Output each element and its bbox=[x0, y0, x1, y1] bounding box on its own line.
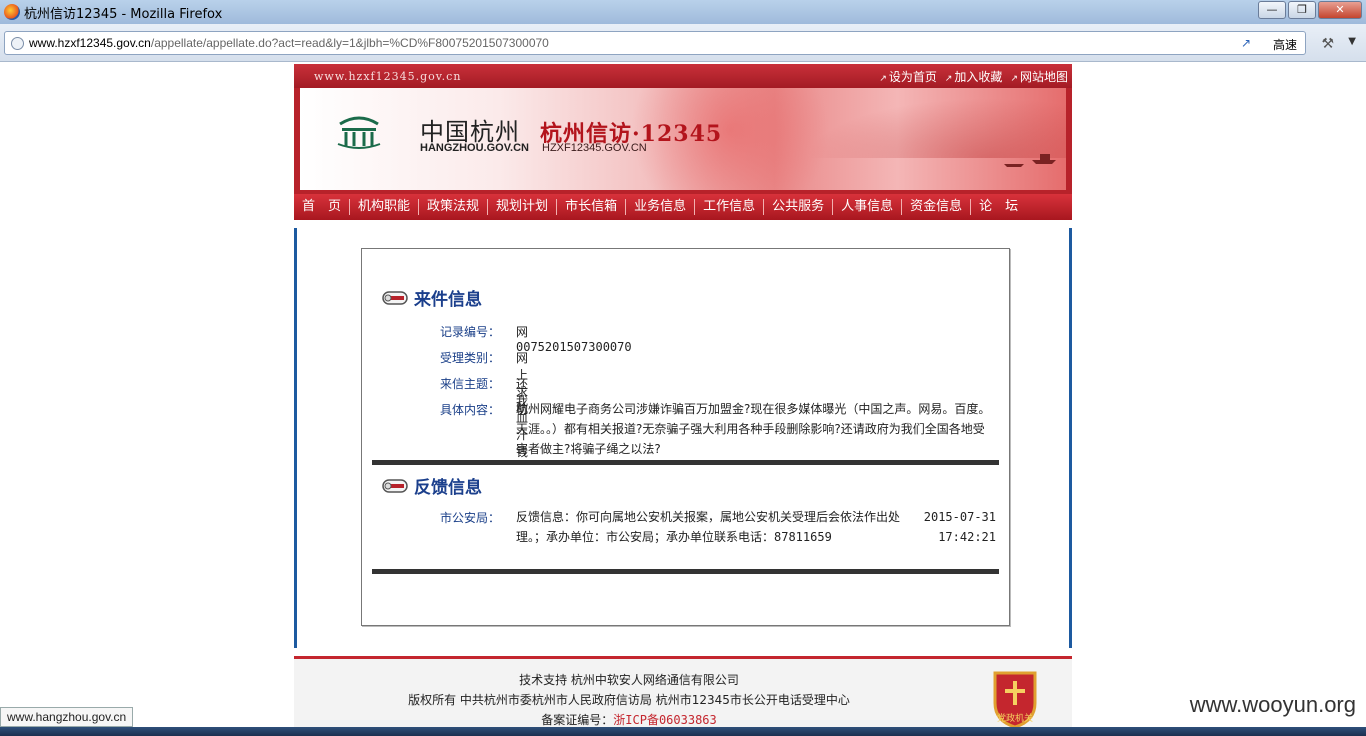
firefox-icon bbox=[4, 4, 20, 20]
record-number-value: 网0075201507300070 bbox=[516, 325, 632, 354]
speed-gauge-icon: ↗ bbox=[1240, 36, 1251, 50]
hangzhou-domain: HANGZHOU.GOV.CN bbox=[420, 142, 529, 154]
menu-item-work[interactable]: 工作信息 bbox=[695, 199, 765, 215]
menu-item-funds[interactable]: 资金信息 bbox=[902, 199, 972, 215]
footer-copyright: 版权所有 中共杭州市委杭州市人民政府信访局 杭州市12345市长公开电话受理中心 bbox=[408, 693, 850, 707]
category-label: 受理类别： bbox=[440, 351, 501, 365]
subject-label: 来信主题： bbox=[440, 377, 501, 391]
top-links: 设为首页 加入收藏 网站地图 bbox=[879, 68, 1068, 85]
navigation-toolbar: www.hzxf12345.gov.cn/appellate/appellate… bbox=[0, 24, 1366, 62]
set-homepage-link[interactable]: 设为首页 bbox=[879, 68, 937, 85]
menu-item-forum[interactable]: 论 坛 bbox=[971, 199, 1026, 215]
menu-item-business[interactable]: 业务信息 bbox=[626, 199, 696, 215]
footer-icp: 备案证编号：浙ICP备06033863 bbox=[294, 711, 964, 728]
feedback-time: 17:42:21 bbox=[938, 530, 996, 544]
menu-item-mayor-mailbox[interactable]: 市长信箱 bbox=[557, 199, 627, 215]
os-taskbar bbox=[0, 727, 1366, 736]
window-title: 杭州信访12345 - Mozilla Firefox bbox=[24, 7, 223, 22]
menu-item-plans[interactable]: 规划计划 bbox=[488, 199, 558, 215]
address-bar[interactable]: www.hzxf12345.gov.cn/appellate/appellate… bbox=[4, 31, 1306, 55]
site-banner: 中国杭州 HANGZHOU.GOV.CN 杭州信访·12345 HZXF1234… bbox=[294, 88, 1072, 190]
content-value: 杭州网耀电子商务公司涉嫌诈骗百万加盟金?现在很多媒体曝光（中国之声。网易。百度。… bbox=[516, 402, 991, 456]
menu-item-functions[interactable]: 机构职能 bbox=[350, 199, 420, 215]
minimize-button[interactable]: — bbox=[1258, 1, 1286, 19]
sitemap-link[interactable]: 网站地图 bbox=[1010, 68, 1068, 85]
hangzhou-logo-icon bbox=[337, 116, 381, 149]
footer-support: 技术支持 杭州中软安人网络通信有限公司 bbox=[519, 673, 739, 687]
window-controls: — ❐ ✕ bbox=[1258, 1, 1362, 19]
content-area: 来件信息 记录编号： 网0075201507300070 受理类别： 网上求助 … bbox=[294, 228, 1072, 648]
main-menu: 首 页 机构职能 政策法规 规划计划 市长信箱 业务信息 工作信息 公共服务 人… bbox=[294, 194, 1072, 220]
menu-item-policies[interactable]: 政策法规 bbox=[419, 199, 489, 215]
tools-icon[interactable]: ⚒ bbox=[1321, 36, 1334, 52]
menu-item-public-service[interactable]: 公共服务 bbox=[764, 199, 834, 215]
globe-icon bbox=[11, 37, 24, 50]
menu-item-personnel[interactable]: 人事信息 bbox=[833, 199, 903, 215]
close-button[interactable]: ✕ bbox=[1318, 1, 1362, 19]
feedback-label: 市公安局： bbox=[440, 511, 501, 525]
badge-label: 党政机关 bbox=[997, 712, 1033, 724]
feedback-section-header: 反馈信息 bbox=[380, 473, 482, 498]
feedback-text: 反馈信息：你可向属地公安机关报案，属地公安机关受理后会依法作出处理。；承办单位：… bbox=[516, 510, 901, 544]
menu-dropdown-icon[interactable]: ▼ bbox=[1348, 36, 1356, 47]
site-footer: 技术支持 杭州中软安人网络通信有限公司 版权所有 中共杭州市委杭州市人民政府信访… bbox=[294, 656, 1072, 736]
web-page: www.hzxf12345.gov.cn 设为首页 加入收藏 网站地图 中国杭州… bbox=[294, 64, 1072, 736]
boat-icon bbox=[1004, 154, 1056, 167]
petition-domain: HZXF12345.GOV.CN bbox=[542, 142, 647, 154]
watermark: www.wooyun.org bbox=[1189, 692, 1356, 717]
window-titlebar: 杭州信访12345 - Mozilla Firefox — ❐ ✕ bbox=[0, 0, 1366, 24]
feedback-section-title: 反馈信息 bbox=[414, 478, 482, 498]
top-strip: www.hzxf12345.gov.cn 设为首页 加入收藏 网站地图 bbox=[294, 64, 1072, 88]
site-domain-text: www.hzxf12345.gov.cn bbox=[314, 70, 462, 83]
add-favorite-link[interactable]: 加入收藏 bbox=[945, 68, 1002, 85]
feedback-entry: 市公安局： 反馈信息：你可向属地公安机关报案，属地公安机关受理后会依法作出处理。… bbox=[440, 507, 1000, 567]
address-url[interactable]: www.hzxf12345.gov.cn/appellate/appellate… bbox=[29, 36, 549, 50]
content-label: 具体内容： bbox=[440, 403, 501, 417]
party-government-badge-icon[interactable]: 党政机关 bbox=[989, 667, 1041, 729]
speed-label[interactable]: 高速 bbox=[1273, 36, 1297, 53]
icp-label: 备案证编号： bbox=[541, 713, 614, 727]
icp-link[interactable]: 浙ICP备06033863 bbox=[613, 713, 716, 727]
record-section-title: 来件信息 bbox=[414, 290, 482, 310]
status-bar-link: www.hangzhou.gov.cn bbox=[0, 707, 134, 727]
section-divider bbox=[372, 569, 999, 574]
record-section-header: 来件信息 bbox=[380, 285, 482, 310]
maximize-button[interactable]: ❐ bbox=[1288, 1, 1316, 19]
feedback-date: 2015-07-31 bbox=[923, 510, 996, 524]
section-divider bbox=[372, 460, 999, 465]
scroll-icon bbox=[382, 478, 408, 493]
menu-item-home[interactable]: 首 页 bbox=[294, 199, 351, 215]
record-number-label: 记录编号： bbox=[440, 325, 501, 339]
record-panel: 来件信息 记录编号： 网0075201507300070 受理类别： 网上求助 … bbox=[361, 248, 1010, 626]
scroll-icon bbox=[382, 290, 408, 305]
